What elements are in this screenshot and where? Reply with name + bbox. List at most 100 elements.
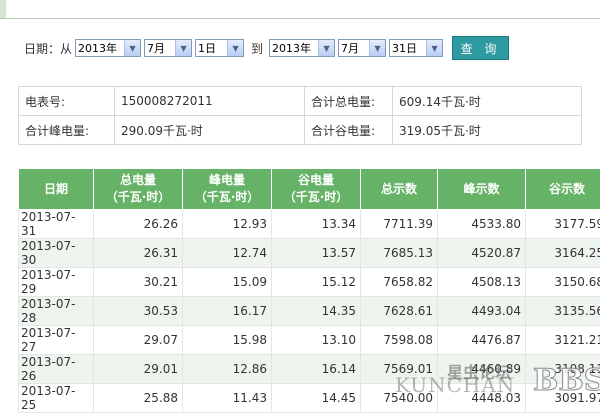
- table-row: 2013-07-26 29.01 12.86 16.14 7569.01 446…: [19, 355, 600, 384]
- table-row: 2013-07-28 30.53 16.17 14.35 7628.61 449…: [19, 297, 600, 326]
- table-row: 2013-07-30 26.31 12.74 13.57 7685.13 452…: [19, 239, 600, 268]
- cell-valley-reading: 3121.21: [526, 326, 600, 355]
- cell-total-reading: 7628.61: [361, 297, 438, 326]
- total-energy-label: 合计总电量:: [305, 87, 393, 116]
- cell-date: 2013-07-31: [19, 210, 94, 239]
- cell-valley-reading: 3108.11: [526, 355, 600, 384]
- table-row: 2013-07-29 30.21 15.09 15.12 7658.82 450…: [19, 268, 600, 297]
- cell-valley-energy: 14.45: [272, 384, 361, 413]
- cell-total-reading: 7569.01: [361, 355, 438, 384]
- chevron-down-icon[interactable]: ▼: [124, 40, 140, 56]
- chevron-down-icon[interactable]: ▼: [426, 40, 442, 56]
- cell-valley-energy: 14.35: [272, 297, 361, 326]
- cell-valley-reading: 3135.56: [526, 297, 600, 326]
- column-header-peak-reading: 峰示数: [438, 169, 526, 210]
- to-day-value: 31日: [390, 40, 426, 56]
- peak-energy-label: 合计峰电量:: [19, 116, 115, 145]
- table-header-row: 日期 总电量（千瓦·时） 峰电量（千瓦·时） 谷电量 （千瓦·时） 总示数 峰示数…: [19, 169, 600, 210]
- chevron-down-icon[interactable]: ▼: [227, 40, 243, 56]
- cell-peak-energy: 15.98: [183, 326, 272, 355]
- cell-peak-reading: 4448.03: [438, 384, 526, 413]
- cell-total-energy: 25.88: [94, 384, 183, 413]
- to-day-select[interactable]: 31日 ▼: [389, 39, 443, 57]
- cell-total-energy: 26.26: [94, 210, 183, 239]
- cell-date: 2013-07-28: [19, 297, 94, 326]
- meter-number-label: 电表号:: [19, 87, 115, 116]
- chevron-down-icon[interactable]: ▼: [175, 40, 191, 56]
- date-from-label: 日期：从: [24, 40, 72, 57]
- table-row: 2013-07-31 26.26 12.93 13.34 7711.39 453…: [19, 210, 600, 239]
- cell-peak-reading: 4493.04: [438, 297, 526, 326]
- cell-valley-energy: 13.34: [272, 210, 361, 239]
- total-energy-value: 609.14千瓦·时: [393, 87, 582, 116]
- to-month-select[interactable]: 7月 ▼: [338, 39, 386, 57]
- cell-valley-energy: 16.14: [272, 355, 361, 384]
- summary-table: 电表号: 150008272011 合计总电量: 609.14千瓦·时 合计峰电…: [18, 86, 582, 145]
- cell-date: 2013-07-29: [19, 268, 94, 297]
- header-text: 总示数: [381, 182, 417, 196]
- cell-valley-energy: 13.57: [272, 239, 361, 268]
- from-year-value: 2013年: [76, 40, 124, 56]
- chevron-down-icon[interactable]: ▼: [318, 40, 334, 56]
- cell-date: 2013-07-30: [19, 239, 94, 268]
- query-button[interactable]: 查 询: [452, 36, 509, 60]
- cell-total-reading: 7711.39: [361, 210, 438, 239]
- column-header-valley-reading: 谷示数: [526, 169, 600, 210]
- cell-date: 2013-07-27: [19, 326, 94, 355]
- cell-date: 2013-07-25: [19, 384, 94, 413]
- frame-corner: [0, 0, 6, 18]
- peak-energy-value: 290.09千瓦·时: [115, 116, 305, 145]
- column-header-valley-energy: 谷电量 （千瓦·时）: [272, 169, 361, 210]
- date-to-label: 到: [251, 40, 263, 57]
- cell-total-reading: 7540.00: [361, 384, 438, 413]
- cell-peak-energy: 12.93: [183, 210, 272, 239]
- column-header-total-energy: 总电量（千瓦·时）: [94, 169, 183, 210]
- valley-energy-value: 319.05千瓦·时: [393, 116, 582, 145]
- cell-peak-reading: 4520.87: [438, 239, 526, 268]
- cell-total-reading: 7598.08: [361, 326, 438, 355]
- chevron-down-icon[interactable]: ▼: [369, 40, 385, 56]
- cell-total-energy: 29.07: [94, 326, 183, 355]
- header-unit: （千瓦·时）: [284, 190, 349, 204]
- header-text: 谷示数: [549, 182, 585, 196]
- cell-total-reading: 7685.13: [361, 239, 438, 268]
- cell-valley-reading: 3091.97: [526, 384, 600, 413]
- top-frame-border: [0, 0, 600, 19]
- column-header-date: 日期: [19, 169, 94, 210]
- cell-total-energy: 30.53: [94, 297, 183, 326]
- cell-peak-energy: 11.43: [183, 384, 272, 413]
- cell-peak-energy: 16.17: [183, 297, 272, 326]
- meter-number-value: 150008272011: [115, 87, 305, 116]
- from-month-select[interactable]: 7月 ▼: [144, 39, 192, 57]
- cell-valley-reading: 3177.59: [526, 210, 600, 239]
- cell-peak-reading: 4476.87: [438, 326, 526, 355]
- cell-total-energy: 30.21: [94, 268, 183, 297]
- from-day-select[interactable]: 1日 ▼: [195, 39, 244, 57]
- table-row: 2013-07-25 25.88 11.43 14.45 7540.00 444…: [19, 384, 600, 413]
- to-year-select[interactable]: 2013年 ▼: [269, 39, 335, 57]
- from-month-value: 7月: [145, 40, 175, 56]
- cell-peak-reading: 4533.80: [438, 210, 526, 239]
- date-query-bar: 日期：从 2013年 ▼ 7月 ▼ 1日 ▼ 到 2013年 ▼ 7月 ▼ 31…: [24, 36, 509, 60]
- summary-row: 电表号: 150008272011 合计总电量: 609.14千瓦·时: [19, 87, 582, 116]
- cell-valley-energy: 15.12: [272, 268, 361, 297]
- valley-energy-label: 合计谷电量:: [305, 116, 393, 145]
- column-header-peak-energy: 峰电量（千瓦·时）: [183, 169, 272, 210]
- from-year-select[interactable]: 2013年 ▼: [75, 39, 141, 57]
- cell-total-energy: 29.01: [94, 355, 183, 384]
- header-text: 谷电量: [298, 173, 334, 187]
- cell-valley-reading: 3164.25: [526, 239, 600, 268]
- cell-peak-energy: 15.09: [183, 268, 272, 297]
- header-unit: （千瓦·时）: [195, 190, 260, 204]
- cell-peak-reading: 4508.13: [438, 268, 526, 297]
- cell-peak-energy: 12.74: [183, 239, 272, 268]
- column-header-total-reading: 总示数: [361, 169, 438, 210]
- cell-peak-reading: 4460.89: [438, 355, 526, 384]
- header-text: 峰示数: [463, 182, 499, 196]
- cell-valley-energy: 13.10: [272, 326, 361, 355]
- header-unit: （千瓦·时）: [106, 190, 171, 204]
- cell-valley-reading: 3150.68: [526, 268, 600, 297]
- to-month-value: 7月: [339, 40, 369, 56]
- cell-total-reading: 7658.82: [361, 268, 438, 297]
- from-day-value: 1日: [196, 40, 227, 56]
